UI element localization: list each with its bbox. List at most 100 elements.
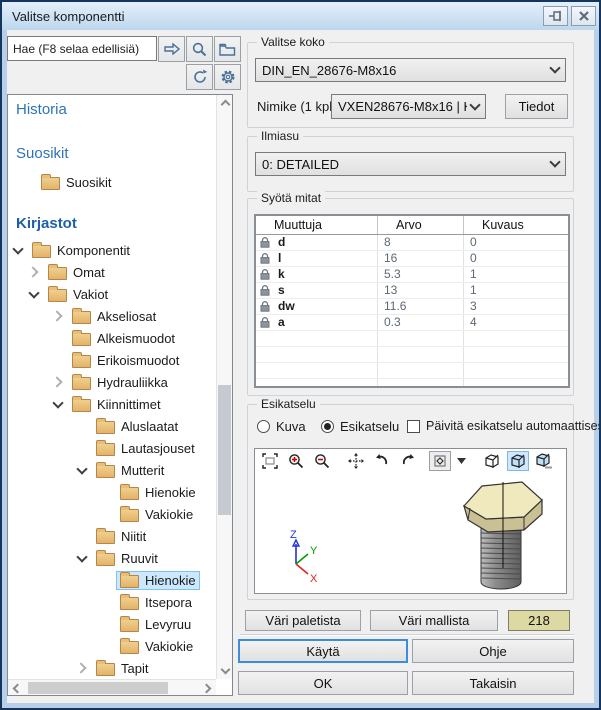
tree-item-hienokie[interactable]: Hienokie <box>8 569 216 591</box>
tree-item-levyruu[interactable]: Levyruu <box>8 613 216 635</box>
esikatselu-radio[interactable] <box>321 420 334 433</box>
chevron-expanded-icon[interactable] <box>48 402 68 407</box>
gear-icon <box>220 69 236 85</box>
kayta-button[interactable]: Käytä <box>238 639 408 663</box>
folder-icon <box>120 597 139 610</box>
scroll-down-icon[interactable] <box>217 663 233 679</box>
browse-folder-button[interactable] <box>214 36 241 62</box>
tree-item-itsepora[interactable]: Itsepora <box>8 591 216 613</box>
rotate-ccw-icon[interactable] <box>371 451 393 471</box>
table-row[interactable]: s131 <box>256 283 568 299</box>
tree-item-omat[interactable]: Omat <box>8 261 216 283</box>
tree-item-label: Lautasjouset <box>121 441 195 456</box>
tree-item-mutterit[interactable]: Mutterit <box>8 459 216 481</box>
color-swatch[interactable]: 218 <box>508 610 570 631</box>
search-go-button[interactable] <box>158 36 185 62</box>
view-orientation-icon[interactable] <box>429 451 451 471</box>
chevron-collapsed-icon[interactable] <box>48 378 68 386</box>
tree-horizontal-scrollbar[interactable] <box>8 679 216 695</box>
scroll-thumb[interactable] <box>218 385 231 515</box>
tree-item-erikoismuodot[interactable]: Erikoismuodot <box>8 349 216 371</box>
tree-item-hydrauliikka[interactable]: Hydrauliikka <box>8 371 216 393</box>
rotate-cw-icon[interactable] <box>397 451 419 471</box>
chevron-down-icon <box>549 62 560 73</box>
column-header: Muuttuja <box>256 216 378 234</box>
scroll-left-icon[interactable] <box>8 680 24 696</box>
table-row[interactable]: l160 <box>256 251 568 267</box>
table-row[interactable]: d80 <box>256 235 568 251</box>
chevron-expanded-icon[interactable] <box>8 248 28 253</box>
tree-item-label: Vakiokie <box>145 639 193 654</box>
pan-icon[interactable] <box>345 451 367 471</box>
tree-item-lautasjouset[interactable]: Lautasjouset <box>8 437 216 459</box>
chevron-expanded-icon[interactable] <box>24 292 44 297</box>
tree-item-label: Levyruu <box>145 617 191 632</box>
chevron-expanded-icon[interactable] <box>72 468 92 473</box>
open-folder-icon <box>219 43 236 56</box>
scroll-up-icon[interactable] <box>217 95 233 111</box>
nimike-combobox[interactable]: VXEN28676-M8x16 | Kuusic <box>331 94 486 119</box>
lock-icon <box>260 237 270 248</box>
tree-item-hienokie[interactable]: Hienokie <box>8 481 216 503</box>
size-combobox[interactable]: DIN_EN_28676-M8x16 <box>255 58 566 82</box>
tree-item-tapit[interactable]: Tapit <box>8 657 216 679</box>
tree-item-niitit[interactable]: Niitit <box>8 525 216 547</box>
tree-item-label: Akseliosat <box>97 309 156 324</box>
tree-item-ruuvit[interactable]: Ruuvit <box>8 547 216 569</box>
ok-button[interactable]: OK <box>238 671 408 695</box>
tree-vertical-scrollbar[interactable] <box>216 95 232 679</box>
tree-section-suosikit[interactable]: Suosikit <box>16 145 69 162</box>
paivita-checkbox[interactable] <box>407 420 420 433</box>
search-button[interactable] <box>186 36 213 62</box>
zoom-out-icon[interactable] <box>311 451 333 471</box>
tree-section-kirjastot[interactable]: Kirjastot <box>16 215 77 232</box>
tree-item-vakiot[interactable]: Vakiot <box>8 283 216 305</box>
tree-section-historia[interactable]: Historia <box>16 101 67 118</box>
search-input[interactable] <box>7 36 157 61</box>
tree-item-vakiokie[interactable]: Vakiokie <box>8 635 216 657</box>
chevron-collapsed-icon[interactable] <box>24 268 44 276</box>
folder-icon <box>96 553 115 566</box>
tree-item-alkeismuodot[interactable]: Alkeismuodot <box>8 327 216 349</box>
ilmiasu-combobox[interactable]: 0: DETAILED <box>255 152 566 176</box>
takaisin-button[interactable]: Takaisin <box>412 671 574 695</box>
tree-item-akseliosat[interactable]: Akseliosat <box>8 305 216 327</box>
table-row[interactable]: a0.34 <box>256 315 568 331</box>
table-row[interactable]: k5.31 <box>256 267 568 283</box>
chevron-down-icon <box>549 156 560 167</box>
fit-view-icon[interactable] <box>259 451 281 471</box>
scroll-thumb[interactable] <box>28 682 168 694</box>
tree-item-suosikit[interactable]: Suosikit <box>8 171 216 193</box>
close-button[interactable] <box>571 6 596 26</box>
tree-item-vakiokie[interactable]: Vakiokie <box>8 503 216 525</box>
tree-item-aluslaatat[interactable]: Aluslaatat <box>8 415 216 437</box>
chevron-collapsed-icon[interactable] <box>72 664 92 672</box>
tree-item-komponentit[interactable]: Komponentit <box>8 239 216 261</box>
column-header: Kuvaus <box>464 216 568 234</box>
chevron-expanded-icon[interactable] <box>72 556 92 561</box>
ohje-button[interactable]: Ohje <box>412 639 574 663</box>
go-arrow-icon <box>164 43 180 55</box>
tree-item-kiinnittimet[interactable]: Kiinnittimet <box>8 393 216 415</box>
tree-item-label: Vakiot <box>73 287 108 302</box>
folder-icon <box>120 619 139 632</box>
zoom-in-icon[interactable] <box>285 451 307 471</box>
dialog-valitse-komponentti: Valitse komponentti Historia Suosikit <box>0 0 601 710</box>
table-row[interactable]: dw11.63 <box>256 299 568 315</box>
preview-canvas[interactable]: Z Y X <box>256 472 565 592</box>
tree-item-label: Omat <box>73 265 105 280</box>
cube-wireframe-icon[interactable] <box>481 451 503 471</box>
tiedot-button[interactable]: Tiedot <box>505 94 568 119</box>
dropdown-arrow-icon[interactable] <box>455 451 467 471</box>
vari-mallista-button[interactable]: Väri mallista <box>370 610 498 631</box>
settings-button[interactable] <box>214 64 241 90</box>
pin-button[interactable] <box>543 6 568 26</box>
cube-shadow-icon[interactable] <box>533 451 555 471</box>
ilmiasu-value: 0: DETAILED <box>262 157 547 172</box>
vari-paletista-button[interactable]: Väri paletista <box>245 610 361 631</box>
kuva-radio[interactable] <box>257 420 270 433</box>
cube-shaded-icon[interactable] <box>507 451 529 471</box>
chevron-collapsed-icon[interactable] <box>48 312 68 320</box>
refresh-button[interactable] <box>186 64 213 90</box>
scroll-right-icon[interactable] <box>200 680 216 696</box>
